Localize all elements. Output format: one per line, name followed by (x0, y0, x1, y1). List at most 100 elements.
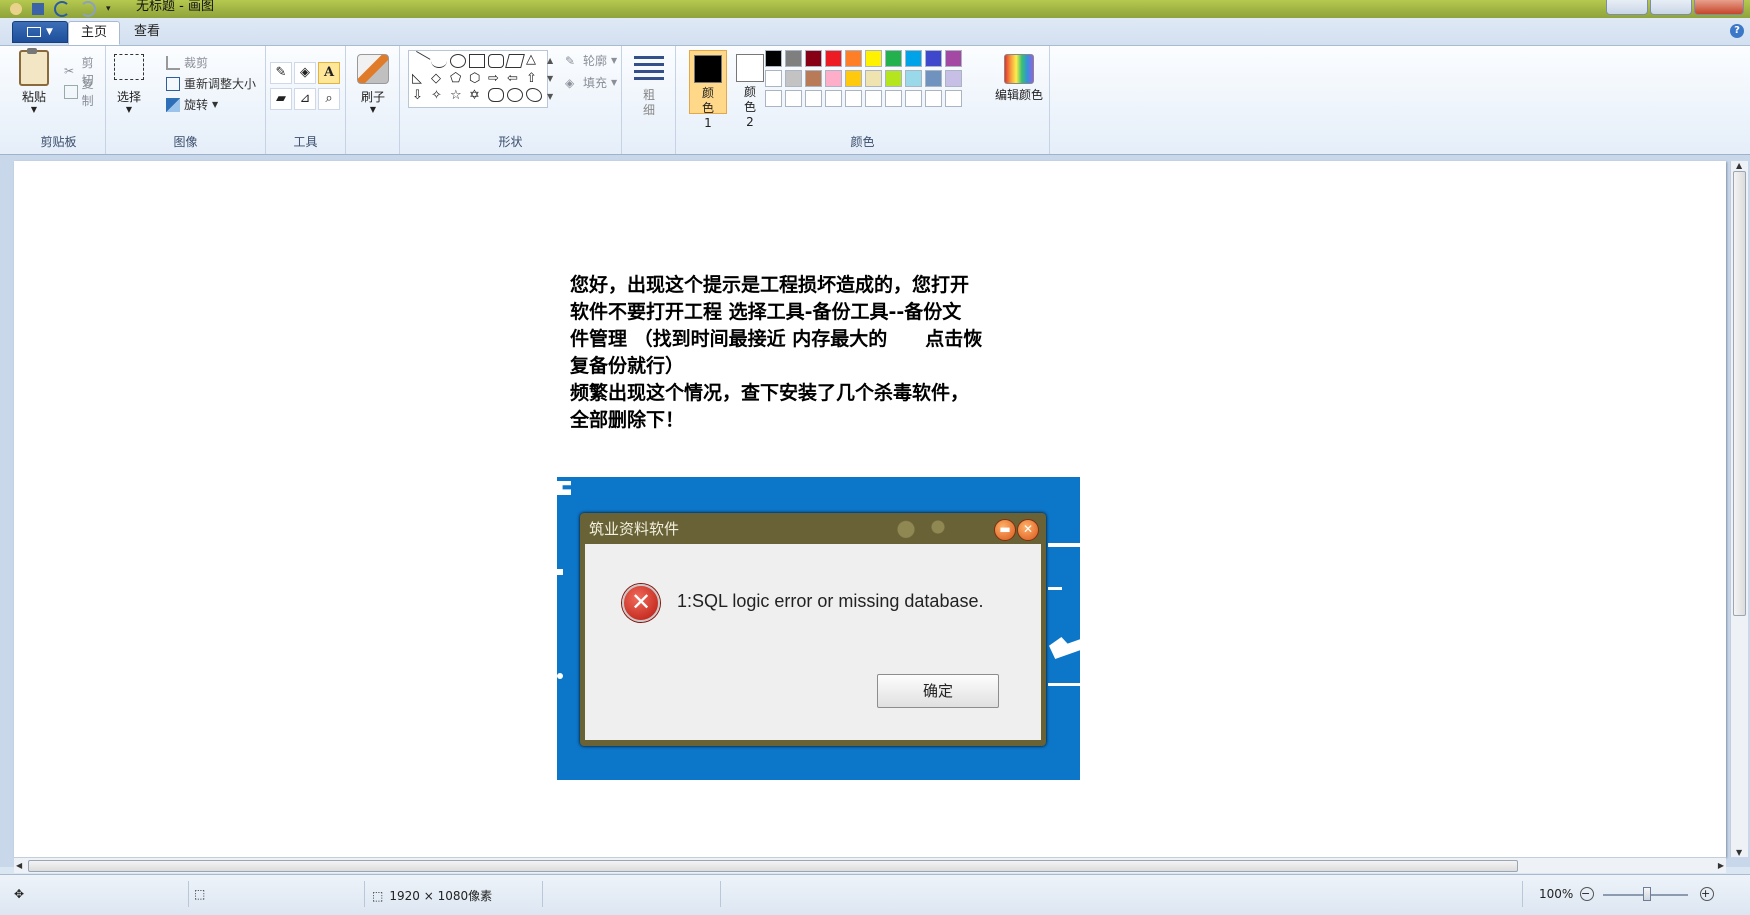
palette-color-swatch[interactable] (945, 50, 962, 67)
rounded-callout-shape-icon[interactable] (488, 88, 504, 102)
crop-button[interactable]: 裁剪 (166, 54, 208, 71)
palette-empty-swatch[interactable] (945, 90, 962, 107)
palette-color-swatch[interactable] (945, 70, 962, 87)
scroll-down-icon[interactable]: ▼ (1736, 848, 1742, 857)
paint-app-icon[interactable] (10, 3, 22, 15)
text-tool-icon[interactable]: A (318, 62, 340, 84)
color-picker-icon[interactable]: ⊿ (294, 88, 316, 110)
up-arrow-shape-icon[interactable]: ⇧ (526, 71, 542, 86)
edit-colors-button[interactable]: 编辑颜色 (992, 54, 1046, 103)
select-button[interactable]: 选择 ▼ (112, 54, 146, 114)
palette-color-swatch[interactable] (865, 50, 882, 67)
palette-color-swatch[interactable] (905, 50, 922, 67)
palette-color-swatch[interactable] (785, 70, 802, 87)
tab-view[interactable]: 查看 (122, 21, 172, 43)
palette-color-swatch[interactable] (905, 70, 922, 87)
curve-shape-icon[interactable] (431, 54, 447, 68)
four-point-star-shape-icon[interactable]: ✧ (431, 88, 447, 103)
scroll-left-icon[interactable]: ◀ (16, 861, 22, 870)
palette-empty-swatch[interactable] (825, 90, 842, 107)
paste-button[interactable]: 粘贴 ▼ (16, 48, 52, 114)
palette-color-swatch[interactable] (925, 50, 942, 67)
fill-bucket-icon[interactable]: ◈ (294, 62, 316, 84)
palette-empty-swatch[interactable] (845, 90, 862, 107)
palette-empty-swatch[interactable] (765, 90, 782, 107)
status-separator (1522, 881, 1523, 907)
color-1-button[interactable]: 颜色 1 (689, 50, 727, 130)
pencil-icon[interactable]: ✎ (270, 62, 292, 84)
polygon-shape-icon[interactable] (505, 54, 525, 68)
shapes-scroll-icon[interactable]: ▲ ▼ ▼ (547, 52, 557, 106)
palette-color-swatch[interactable] (885, 70, 902, 87)
vertical-scrollbar[interactable]: ▲ ▼ (1730, 161, 1748, 857)
zoom-in-icon[interactable]: + (1700, 887, 1714, 901)
zoom-out-icon[interactable]: − (1580, 887, 1594, 901)
fill-button[interactable]: ◈ 填充 ▼ (565, 74, 617, 91)
zoom-slider-thumb[interactable] (1643, 887, 1651, 901)
palette-empty-swatch[interactable] (865, 90, 882, 107)
ok-button[interactable]: 确定 (877, 674, 999, 708)
eraser-icon[interactable]: ▰ (270, 88, 292, 110)
undo-icon[interactable] (54, 1, 70, 17)
color-2-button[interactable]: 颜色 2 (731, 50, 769, 129)
pentagon-shape-icon[interactable]: ⬠ (450, 71, 466, 86)
cloud-callout-shape-icon[interactable] (526, 88, 542, 102)
customize-qat-icon[interactable]: ▾ (106, 3, 118, 15)
palette-empty-swatch[interactable] (905, 90, 922, 107)
maximize-button[interactable] (1650, 0, 1692, 15)
palette-empty-swatch[interactable] (925, 90, 942, 107)
save-icon[interactable] (32, 3, 44, 15)
triangle-shape-icon[interactable]: △ (526, 52, 542, 67)
palette-color-swatch[interactable] (885, 50, 902, 67)
palette-empty-swatch[interactable] (785, 90, 802, 107)
outline-button[interactable]: ✎ 轮廓 ▼ (565, 52, 617, 69)
diamond-shape-icon[interactable]: ◇ (431, 71, 447, 86)
palette-color-swatch[interactable] (765, 50, 782, 67)
palette-color-swatch[interactable] (825, 50, 842, 67)
down-arrow-shape-icon[interactable]: ⇩ (412, 88, 428, 103)
palette-color-swatch[interactable] (865, 70, 882, 87)
left-arrow-shape-icon[interactable]: ⇦ (507, 71, 523, 86)
tab-home[interactable]: 主页 (68, 21, 121, 45)
line-shape-icon[interactable] (409, 50, 431, 72)
right-triangle-shape-icon[interactable]: ◺ (412, 71, 428, 86)
rectangle-shape-icon[interactable] (469, 54, 485, 68)
palette-color-swatch[interactable] (805, 70, 822, 87)
rotate-button[interactable]: 旋转 ▼ (166, 96, 218, 113)
dialog-minimize-icon[interactable]: ▬ (994, 519, 1016, 541)
close-window-button[interactable] (1694, 0, 1744, 15)
dialog-close-icon[interactable]: ✕ (1017, 519, 1039, 541)
six-point-star-shape-icon[interactable]: ✡ (469, 88, 485, 103)
copy-label: 复制 (81, 77, 94, 108)
drawing-canvas[interactable]: 您好，出现这个提示是工程损坏造成的，您打开 软件不要打开工程 选择工具-备份工具… (14, 161, 1726, 857)
size-button[interactable]: 粗细 (628, 56, 670, 118)
paint-menu-button[interactable]: ▼ (12, 21, 68, 43)
horizontal-scrollbar[interactable]: ◀ ▶ (14, 857, 1726, 873)
oval-shape-icon[interactable] (450, 54, 466, 68)
hexagon-shape-icon[interactable]: ⬡ (469, 71, 485, 86)
palette-color-swatch[interactable] (845, 70, 862, 87)
horizontal-scroll-thumb[interactable] (28, 860, 1518, 872)
palette-color-swatch[interactable] (845, 50, 862, 67)
brushes-button[interactable]: 刷子 ▼ (354, 54, 392, 114)
resize-button[interactable]: 重新调整大小 (166, 75, 256, 92)
oval-callout-shape-icon[interactable] (507, 88, 523, 102)
scroll-right-icon[interactable]: ▶ (1718, 861, 1724, 870)
magnifier-icon[interactable]: ⌕ (318, 88, 340, 110)
palette-empty-swatch[interactable] (885, 90, 902, 107)
palette-color-swatch[interactable] (825, 70, 842, 87)
rounded-rectangle-shape-icon[interactable] (488, 54, 504, 68)
palette-empty-swatch[interactable] (805, 90, 822, 107)
vertical-scroll-thumb[interactable] (1733, 171, 1746, 616)
minimize-button[interactable] (1606, 0, 1648, 15)
scroll-up-icon[interactable]: ▲ (1736, 161, 1742, 170)
palette-color-swatch[interactable] (805, 50, 822, 67)
palette-color-swatch[interactable] (785, 50, 802, 67)
palette-color-swatch[interactable] (765, 70, 782, 87)
palette-color-swatch[interactable] (925, 70, 942, 87)
help-icon[interactable]: ? (1730, 24, 1744, 38)
copy-button[interactable]: 复制 (64, 75, 105, 109)
five-point-star-shape-icon[interactable]: ☆ (450, 88, 466, 103)
right-arrow-shape-icon[interactable]: ⇨ (488, 71, 504, 86)
redo-icon[interactable] (80, 1, 96, 17)
